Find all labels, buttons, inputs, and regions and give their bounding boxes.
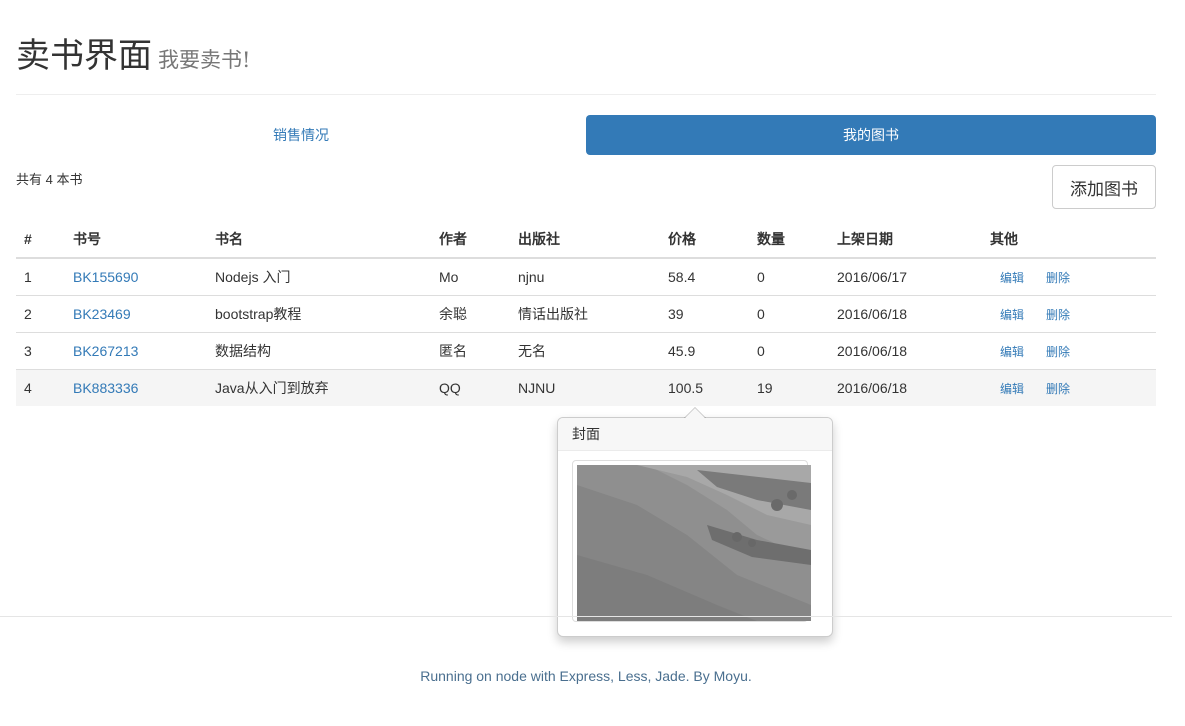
footer-divider: [0, 616, 1172, 617]
cell-publisher: 无名: [510, 332, 660, 370]
cell-actions: 编辑 删除: [982, 257, 1156, 296]
table-row: 3 BK267213 数据结构 匿名 无名 45.9 0 2016/06/18 …: [16, 332, 1156, 370]
cell-price: 39: [660, 295, 749, 333]
cell-name: bootstrap教程: [207, 295, 431, 333]
popover-content: [558, 451, 832, 631]
delete-button[interactable]: 删除: [1046, 308, 1070, 322]
table-row: 1 BK155690 Nodejs 入门 Mo njnu 58.4 0 2016…: [16, 257, 1156, 296]
cell-qty: 19: [749, 369, 829, 406]
page-header: 卖书界面 我要卖书!: [16, 0, 1156, 95]
table-header-row: # 书号 书名 作者 出版社 价格 数量 上架日期 其他: [16, 221, 1156, 259]
edit-button[interactable]: 编辑: [1000, 271, 1024, 285]
cell-price: 45.9: [660, 332, 749, 370]
footer-text: Running on node with Express, Less, Jade…: [420, 668, 752, 684]
cell-isbn-link[interactable]: BK267213: [65, 332, 207, 370]
page-title-text: 卖书界面: [16, 36, 152, 76]
tab-sales[interactable]: 销售情况: [16, 115, 586, 155]
col-header-other: 其他: [982, 221, 1156, 259]
page-title: 卖书界面 我要卖书!: [16, 34, 1156, 82]
table-row: 2 BK23469 bootstrap教程 余聪 情话出版社 39 0 2016…: [16, 295, 1156, 333]
cover-popover: 封面: [557, 407, 833, 637]
cell-num: 2: [16, 295, 65, 333]
cell-isbn-link[interactable]: BK883336: [65, 369, 207, 406]
table-row: 4 BK883336 Java从入门到放弃 QQ NJNU 100.5 19 2…: [16, 369, 1156, 406]
cell-date: 2016/06/17: [829, 257, 982, 296]
cell-author: Mo: [431, 257, 510, 296]
page-subtitle: 我要卖书!: [158, 48, 251, 72]
cell-date: 2016/06/18: [829, 369, 982, 406]
cell-qty: 0: [749, 257, 829, 296]
popover-title: 封面: [558, 418, 832, 451]
cell-publisher: njnu: [510, 257, 660, 296]
cover-image: [577, 465, 811, 621]
cell-price: 58.4: [660, 257, 749, 296]
delete-button[interactable]: 删除: [1046, 345, 1070, 359]
col-header-date: 上架日期: [829, 221, 982, 259]
main-container: 卖书界面 我要卖书! 销售情况 我的图书 共有 4 本书 添加图书 # 书号 书名…: [16, 0, 1156, 406]
tab-bar: 销售情况 我的图书: [16, 115, 1156, 155]
cell-qty: 0: [749, 295, 829, 333]
col-header-isbn: 书号: [65, 221, 207, 259]
cell-publisher: 情话出版社: [510, 295, 660, 333]
edit-button[interactable]: 编辑: [1000, 382, 1024, 396]
edit-button[interactable]: 编辑: [1000, 308, 1024, 322]
cell-date: 2016/06/18: [829, 332, 982, 370]
add-book-button[interactable]: 添加图书: [1052, 165, 1156, 209]
popover-arrow: [684, 407, 706, 418]
col-header-num: #: [16, 221, 65, 259]
cell-date: 2016/06/18: [829, 295, 982, 333]
cell-name: Java从入门到放弃: [207, 369, 431, 406]
delete-button[interactable]: 删除: [1046, 382, 1070, 396]
col-header-name: 书名: [207, 221, 431, 259]
cell-name: 数据结构: [207, 332, 431, 370]
cell-author: 匿名: [431, 332, 510, 370]
cell-isbn-link[interactable]: BK23469: [65, 295, 207, 333]
col-header-qty: 数量: [749, 221, 829, 259]
cell-num: 3: [16, 332, 65, 370]
cell-num: 4: [16, 369, 65, 406]
cell-qty: 0: [749, 332, 829, 370]
books-table: # 书号 书名 作者 出版社 价格 数量 上架日期 其他 1 BK155690 …: [16, 221, 1156, 406]
tab-my-books[interactable]: 我的图书: [586, 115, 1156, 155]
cell-actions: 编辑 删除: [982, 369, 1156, 406]
toolbar: 共有 4 本书 添加图书: [16, 165, 1156, 221]
col-header-author: 作者: [431, 221, 510, 259]
col-header-price: 价格: [660, 221, 749, 259]
cell-price-hovered[interactable]: 100.5: [660, 369, 749, 406]
cell-name: Nodejs 入门: [207, 257, 431, 296]
cell-actions: 编辑 删除: [982, 295, 1156, 333]
col-header-publisher: 出版社: [510, 221, 660, 259]
cell-publisher: NJNU: [510, 369, 660, 406]
cell-author: QQ: [431, 369, 510, 406]
cell-author: 余聪: [431, 295, 510, 333]
delete-button[interactable]: 删除: [1046, 271, 1070, 285]
book-count: 共有 4 本书: [16, 172, 83, 187]
cell-actions: 编辑 删除: [982, 332, 1156, 370]
cell-isbn-link[interactable]: BK155690: [65, 257, 207, 296]
edit-button[interactable]: 编辑: [1000, 345, 1024, 359]
cover-thumbnail: [572, 460, 811, 622]
cell-num: 1: [16, 257, 65, 296]
